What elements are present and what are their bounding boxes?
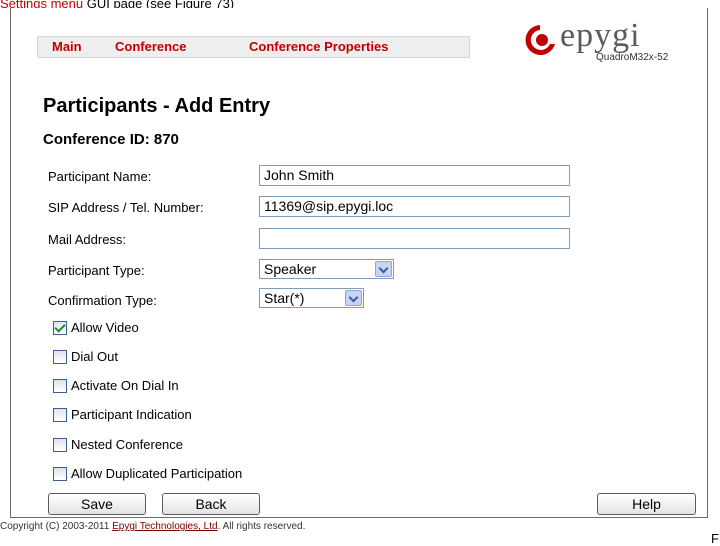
settings-menu-link[interactable]: Settings menu: [0, 0, 83, 8]
nav-conference-properties[interactable]: Conference Properties: [249, 39, 388, 54]
participant-indication-checkbox[interactable]: [53, 408, 67, 422]
copyright-footer: Copyright (C) 2003-2011 Epygi Technologi…: [0, 521, 305, 532]
activate-on-dial-in-label: Activate On Dial In: [71, 378, 179, 393]
back-button[interactable]: Back: [162, 493, 260, 515]
allow-duplicated-participation-checkbox[interactable]: [53, 467, 67, 481]
top-caption-text: GUI page (see Figure 73): [83, 0, 235, 8]
epygi-company-link[interactable]: Epygi Technologies, Ltd: [112, 521, 217, 532]
chevron-down-icon[interactable]: [375, 261, 392, 277]
copyright-suffix: . All rights reserved.: [217, 521, 306, 532]
logo-wordmark: epygi: [560, 17, 641, 54]
top-caption-strip: Settings menu GUI page (see Figure 73): [0, 0, 360, 8]
mail-address-label: Mail Address:: [48, 232, 127, 247]
activate-on-dial-in-checkbox[interactable]: [53, 379, 67, 393]
save-button[interactable]: Save: [48, 493, 146, 515]
nav-bar: Main Conference Conference Properties: [37, 36, 470, 58]
confirmation-type-select[interactable]: Star(*): [259, 288, 364, 308]
chevron-down-icon[interactable]: [345, 290, 362, 306]
nav-conference[interactable]: Conference: [115, 39, 187, 54]
participant-indication-label: Participant Indication: [71, 407, 192, 422]
epygi-logo-icon: [525, 25, 555, 55]
mail-address-input[interactable]: [259, 228, 570, 249]
confirmation-type-label: Confirmation Type:: [48, 293, 157, 308]
nested-conference-checkbox[interactable]: [53, 438, 67, 452]
allow-video-checkbox[interactable]: [53, 321, 67, 335]
participant-name-input[interactable]: John Smith: [259, 165, 570, 186]
participant-name-label: Participant Name:: [48, 169, 152, 184]
edge-text-fragment: F: [711, 531, 719, 546]
conference-id: Conference ID: 870: [43, 131, 179, 148]
participant-type-value: Speaker: [264, 261, 317, 277]
nav-main[interactable]: Main: [52, 39, 82, 54]
sip-address-input[interactable]: 11369@sip.epygi.loc: [259, 196, 570, 217]
allow-duplicated-participation-label: Allow Duplicated Participation: [71, 466, 243, 481]
allow-video-label: Allow Video: [71, 320, 139, 335]
epygi-logo: epygi QuadroM32x-52: [520, 17, 670, 63]
participant-type-label: Participant Type:: [48, 263, 145, 278]
help-button[interactable]: Help: [597, 493, 696, 515]
nested-conference-label: Nested Conference: [71, 437, 184, 452]
page-title: Participants - Add Entry: [43, 95, 271, 117]
dial-out-label: Dial Out: [71, 349, 118, 364]
dial-out-checkbox[interactable]: [53, 350, 67, 364]
device-model: QuadroM32x-52: [596, 52, 669, 63]
participant-type-select[interactable]: Speaker: [259, 259, 394, 279]
copyright-prefix: Copyright (C) 2003-2011: [0, 521, 113, 532]
confirmation-type-value: Star(*): [264, 290, 305, 306]
sip-address-label: SIP Address / Tel. Number:: [48, 200, 204, 215]
